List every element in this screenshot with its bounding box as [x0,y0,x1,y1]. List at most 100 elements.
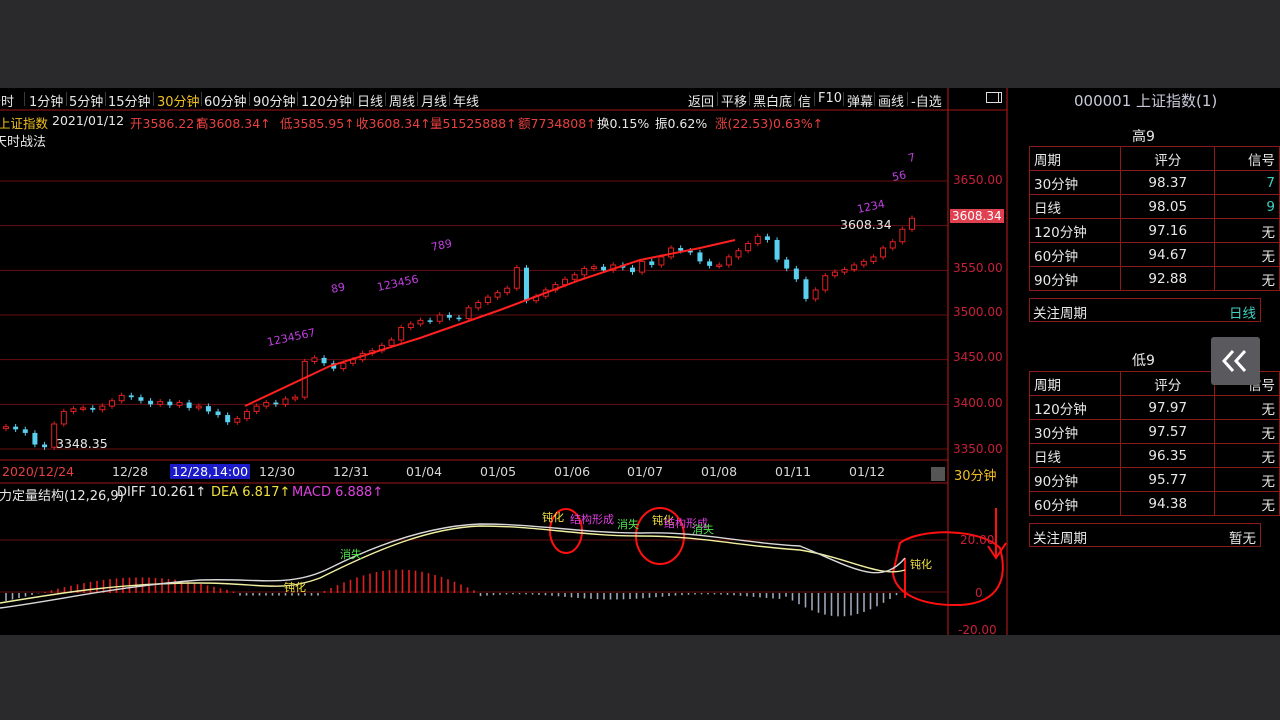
candle-up [822,275,829,291]
low9-table: 周期 评分 信号 120分钟 97.97 无 30分钟 97.57 无 日线 9… [1028,371,1280,516]
candle-up [735,250,742,258]
candle-down [774,239,780,260]
table-row[interactable]: 60分钟 94.67 无 [1028,242,1280,267]
price-tick-3350: 3350.00 [953,442,1003,456]
low9-focus-row[interactable]: 关注周期 暂无 [1029,523,1261,547]
candle-up [243,410,250,420]
candle-up [889,241,896,249]
date-tick: 01/04 [406,464,443,479]
date-tick: 01/11 [775,464,812,479]
table-row[interactable]: 30分钟 98.37 7 [1028,170,1280,195]
row-score: 94.38 [1120,491,1216,516]
candle-up [504,287,511,294]
row-signal: 无 [1214,467,1280,492]
candle-up [494,292,501,298]
table-row[interactable]: 90分钟 95.77 无 [1028,467,1280,492]
row-score: 94.67 [1120,242,1216,267]
row-signal: 7 [1214,170,1280,195]
candle-up [590,266,597,270]
candle-down [138,397,144,401]
row-period: 30分钟 [1028,170,1122,195]
date-tick: 01/07 [627,464,664,479]
candle-down [456,317,462,320]
candle-up [725,256,732,266]
table-row[interactable]: 日线 96.35 无 [1028,443,1280,468]
candle-down [205,406,211,412]
table-row[interactable]: 120分钟 97.16 无 [1028,218,1280,243]
row-score: 97.16 [1120,218,1216,243]
table-header: 评分 [1120,146,1216,171]
candle-up [716,264,723,267]
last-price-tag: 3608.34 [950,209,1004,223]
td-sequence-label: 1234 [856,197,886,216]
double-chevron-left-icon[interactable] [1211,337,1260,385]
candle-up [195,405,202,409]
macd-annotation: 结构形成 [570,513,614,526]
row-score: 92.88 [1120,266,1216,291]
candle-up [436,314,443,322]
candle-up [3,426,9,429]
focus-label: 关注周期 [1033,531,1087,547]
date-tick: 2020/12/24 [2,464,75,479]
candle-down [42,444,48,448]
candle-up [70,408,77,412]
row-signal: 无 [1214,242,1280,267]
table-header-row: 周期 评分 信号 [1028,146,1280,171]
candle-up [292,396,299,400]
table-row[interactable]: 30分钟 97.57 无 [1028,419,1280,444]
macd-tick-0: 0 [975,586,983,600]
row-period: 30分钟 [1028,419,1122,444]
high9-title: 高9 [1132,129,1155,145]
candle-down [803,279,809,299]
row-period: 90分钟 [1028,467,1122,492]
high-price-label: 3608.34 [840,217,892,232]
candle-down [225,415,231,423]
candle-up [581,268,588,276]
candle-up [60,410,67,425]
candle-up [812,289,819,300]
candle-up [340,362,347,370]
row-score: 97.57 [1120,419,1216,444]
candle-up [475,301,482,309]
macd-tick-20: 20.00 [960,533,995,547]
scroll-handle[interactable] [931,467,945,481]
high9-focus-row[interactable]: 关注周期 日线 [1029,298,1261,322]
td-sequence-label: 789 [430,237,453,254]
candlestick-chart[interactable]: 123456789 1234567891234567 [0,88,1008,635]
row-score: 97.97 [1120,395,1216,420]
candle-up [484,296,491,303]
macd-annotation: 消失 [617,518,639,531]
row-score: 98.37 [1120,170,1216,195]
candle-up [417,319,424,325]
table-row[interactable]: 60分钟 94.38 无 [1028,491,1280,516]
candle-down [707,261,713,266]
candle-up [118,394,125,402]
candle-up [841,268,848,273]
candle-down [446,315,452,318]
low-price-label: 3348.35 [56,436,108,451]
table-header: 评分 [1120,371,1216,396]
candle-down [764,236,770,240]
candle-up [80,407,87,410]
table-row[interactable]: 120分钟 97.97 无 [1028,395,1280,420]
td-sequence-label: 123456 [376,272,420,293]
macd-tick-neg20: -20.00 [958,623,997,635]
table-row[interactable]: 90分钟 92.88 无 [1028,266,1280,291]
date-tick: 01/06 [554,464,591,479]
candle-up [870,256,877,262]
table-row[interactable]: 日线 98.05 9 [1028,194,1280,219]
row-signal: 无 [1214,218,1280,243]
indicator-period-label[interactable]: 30分钟 [954,465,997,484]
row-period: 120分钟 [1028,218,1122,243]
td-sequence-label: 89 [330,280,346,296]
focus-label: 关注周期 [1033,306,1087,322]
candle-up [263,402,270,407]
candle-up [398,327,405,341]
row-period: 90分钟 [1028,266,1122,291]
high9-table: 周期 评分 信号 30分钟 98.37 7 日线 98.05 9 120分钟 9… [1028,146,1280,291]
candle-down [793,268,799,280]
candle-down [22,429,28,433]
candle-up [311,357,318,362]
candle-up [745,243,752,252]
candle-down [629,267,635,273]
